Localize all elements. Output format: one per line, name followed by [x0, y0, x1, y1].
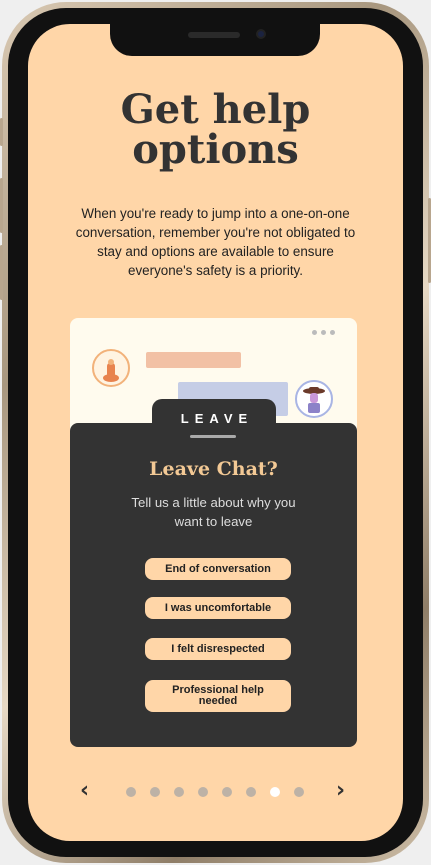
page-dot[interactable]: [150, 787, 160, 797]
drag-handle[interactable]: [190, 435, 236, 438]
page-dot[interactable]: [198, 787, 208, 797]
previous-page-icon[interactable]: ‹: [80, 778, 89, 804]
chat-bubble-incoming: [146, 352, 241, 368]
title-line-2: options: [132, 126, 299, 173]
page-indicator: [126, 787, 304, 797]
app-screen: Get help options When you're ready to ju…: [28, 24, 403, 841]
leave-tab-label: LEAVE: [180, 411, 254, 426]
leave-chat-title: Leave Chat?: [149, 458, 278, 480]
option-professional-help[interactable]: Professional help needed: [145, 680, 291, 712]
next-page-icon[interactable]: ›: [336, 778, 345, 804]
more-options-icon[interactable]: [312, 330, 335, 335]
option-uncomfortable[interactable]: I was uncomfortable: [145, 597, 291, 619]
option-end-of-conversation[interactable]: End of conversation: [145, 558, 291, 580]
page-title: Get help options: [28, 90, 403, 170]
page-description: When you're ready to jump into a one-on-…: [75, 206, 356, 278]
phone-notch: [110, 24, 320, 56]
side-button-left-2: [0, 178, 3, 233]
page-dot[interactable]: [294, 787, 304, 797]
page-dot[interactable]: [174, 787, 184, 797]
front-camera: [256, 29, 266, 39]
page-dot[interactable]: [126, 787, 136, 797]
user-avatar-icon: [92, 349, 130, 387]
page-dot[interactable]: [246, 787, 256, 797]
side-button-left-1: [0, 118, 3, 146]
peer-avatar-icon: [295, 380, 333, 418]
page-dot[interactable]: [222, 787, 232, 797]
page-dot[interactable]: [270, 787, 280, 797]
option-disrespected[interactable]: I felt disrespected: [145, 638, 291, 660]
leave-chat-subtitle: Tell us a little about why you want to l…: [131, 495, 296, 529]
side-button-left-3: [0, 245, 3, 300]
speaker-grille: [188, 32, 240, 38]
